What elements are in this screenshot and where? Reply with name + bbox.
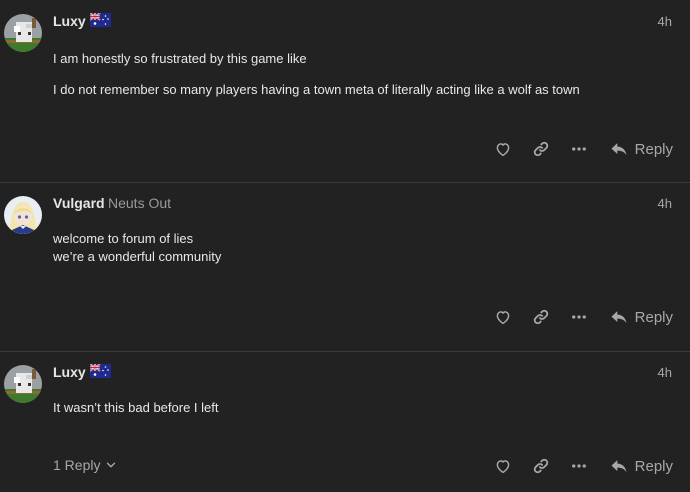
post-line: welcome to forum of lies bbox=[53, 231, 194, 246]
avatar[interactable] bbox=[4, 14, 42, 52]
post-actions: Reply bbox=[0, 306, 690, 330]
reply-label: Reply bbox=[634, 140, 673, 158]
username[interactable]: Luxy bbox=[53, 13, 86, 29]
heart-icon[interactable] bbox=[494, 140, 512, 158]
reply-label: Reply bbox=[634, 457, 673, 475]
username[interactable]: Vulgard bbox=[53, 195, 105, 211]
reply-button[interactable]: Reply bbox=[609, 455, 673, 477]
post-line: It wasn’t this bad before I left bbox=[53, 400, 219, 415]
link-icon[interactable] bbox=[532, 457, 550, 475]
reply-arrow-icon bbox=[609, 456, 629, 476]
post-3: Luxy 4h It wasn’t this bad before I left… bbox=[0, 352, 690, 492]
username[interactable]: Luxy bbox=[53, 364, 86, 380]
luxy-avatar-icon bbox=[4, 14, 42, 52]
post-actions: 1 Reply Reply bbox=[0, 455, 690, 479]
australia-flag-icon bbox=[90, 364, 111, 378]
more-options-icon[interactable] bbox=[570, 457, 588, 475]
heart-icon[interactable] bbox=[494, 308, 512, 326]
post-line: I do not remember so many players having… bbox=[53, 82, 580, 97]
post-line: I am honestly so frustrated by this game… bbox=[53, 51, 307, 66]
link-icon[interactable] bbox=[532, 140, 550, 158]
show-replies-button[interactable]: 1 Reply bbox=[53, 457, 118, 473]
link-icon[interactable] bbox=[532, 308, 550, 326]
avatar[interactable] bbox=[4, 196, 42, 234]
post-2: Vulgard Neuts Out 4h welcome to forum of… bbox=[0, 183, 690, 351]
luxy-avatar-icon bbox=[4, 365, 42, 403]
replies-count-label: 1 Reply bbox=[53, 457, 101, 473]
vulgard-avatar-icon bbox=[4, 196, 42, 234]
reply-arrow-icon bbox=[609, 307, 629, 327]
reply-button[interactable]: Reply bbox=[609, 138, 673, 160]
post-1: Luxy 4h I am honestly so frustrated by t… bbox=[0, 0, 690, 182]
australia-flag-icon bbox=[90, 13, 111, 27]
more-options-icon[interactable] bbox=[570, 308, 588, 326]
post-line: we’re a wonderful community bbox=[53, 249, 222, 264]
user-title: Neuts Out bbox=[108, 195, 172, 211]
chevron-down-icon bbox=[104, 458, 118, 472]
avatar[interactable] bbox=[4, 365, 42, 403]
reply-label: Reply bbox=[634, 308, 673, 326]
more-options-icon[interactable] bbox=[570, 140, 588, 158]
reply-button[interactable]: Reply bbox=[609, 306, 673, 328]
post-time[interactable]: 4h bbox=[658, 196, 672, 211]
post-time[interactable]: 4h bbox=[658, 14, 672, 29]
post-actions: Reply bbox=[0, 138, 690, 162]
reply-arrow-icon bbox=[609, 139, 629, 159]
heart-icon[interactable] bbox=[494, 457, 512, 475]
post-time[interactable]: 4h bbox=[658, 365, 672, 380]
